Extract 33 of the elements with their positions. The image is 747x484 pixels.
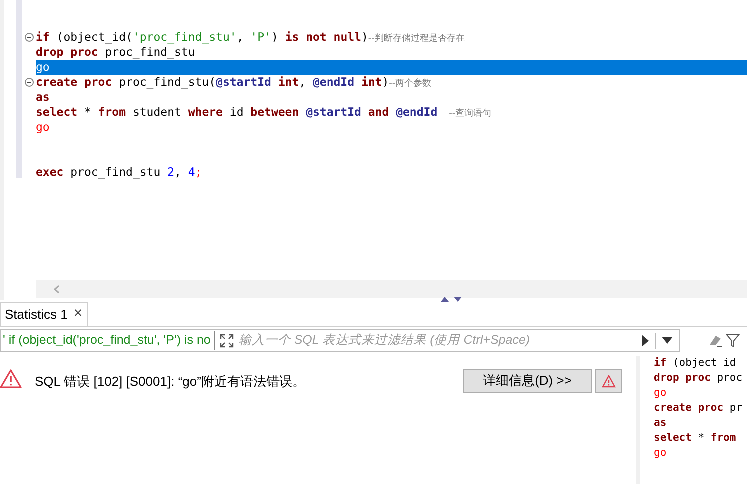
horizontal-scrollbar[interactable] [36,280,747,298]
code-line: create proc proc_find_stu(@startId int, @endId int)--两个参数 [36,75,433,90]
error-message: SQL 错误 [102] [S0001]: “go”附近有语法错误。 [35,373,306,391]
dropdown-icon[interactable] [662,337,673,344]
fold-icon[interactable] [24,78,34,87]
fold-icon[interactable] [24,33,34,42]
code-line: go [654,446,668,461]
code-line: go [36,60,51,75]
results-tab[interactable]: Statistics 1 × [0,302,88,326]
warning-icon [602,374,616,388]
code-line: exec proc_find_stu 2, 4; [36,165,204,180]
code-line: create proc pr [654,401,744,416]
code-line: select * from student where id between @startId and @endId --查询语句 [36,105,493,120]
details-button[interactable]: 详细信息(D) >> [463,369,592,393]
filter-icon[interactable] [726,334,740,348]
run-icon[interactable] [641,334,649,346]
filter-query: ' if (object_id('proc_find_stu', 'P') is no [1,331,215,350]
code-line: drop proc proc [654,371,744,386]
eraser-icon[interactable] [707,334,723,348]
code-line: if (object_id('proc_find_stu', 'P') is not null)--判断存储过程是否存在 [36,30,466,45]
filter-field[interactable]: ' if (object_id('proc_find_stu', 'P') is no 输入一个 SQL 表达式来过滤结果 (使用 Ctrl+Space) [0,329,680,352]
filter-input[interactable]: 输入一个 SQL 表达式来过滤结果 (使用 Ctrl+Space) [238,331,635,350]
code-line: go [36,120,51,135]
code-line: if (object_id [654,356,738,371]
close-icon[interactable]: × [74,303,83,326]
expand-icon[interactable] [220,334,234,348]
code-line: drop proc proc_find_stu [36,45,196,60]
error-log-button[interactable] [595,369,622,393]
code-line: as [36,90,51,105]
code-line: select * from [654,431,738,446]
warning-icon [0,369,22,389]
code-line: go [654,386,668,401]
code-line: as [654,416,668,431]
